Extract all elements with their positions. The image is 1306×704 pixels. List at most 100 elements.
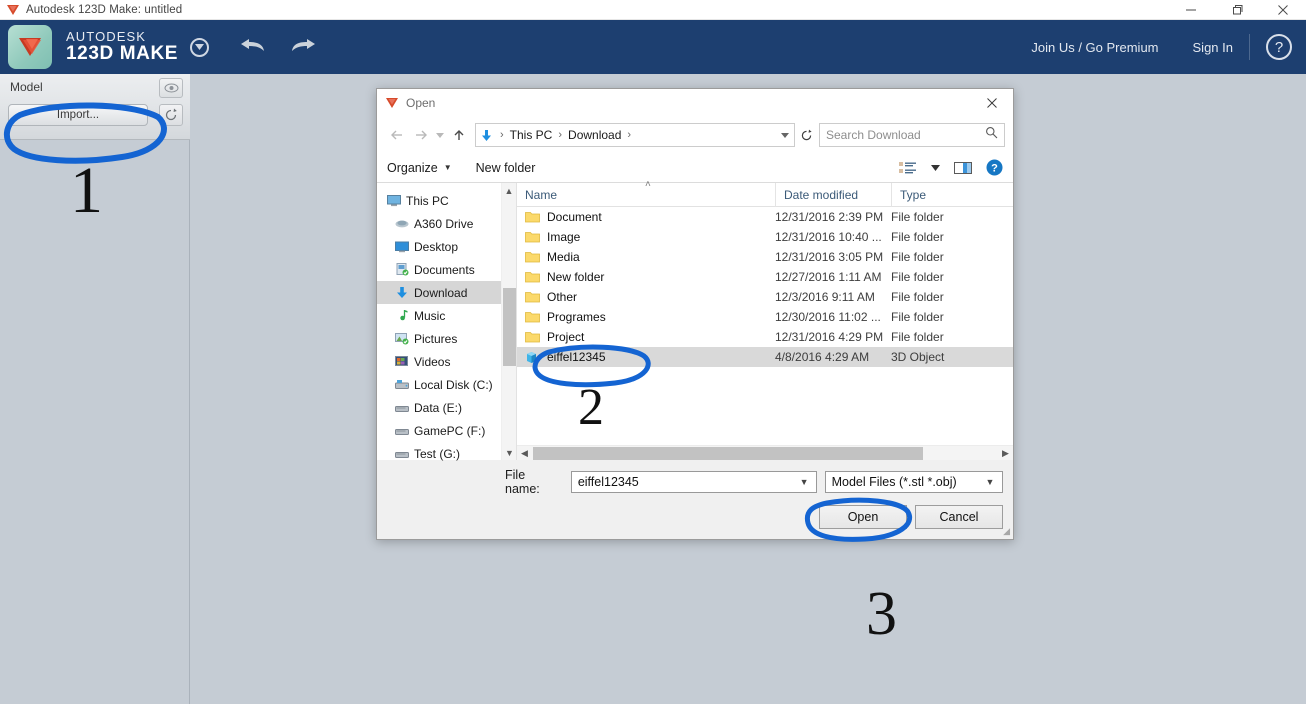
open-file-dialog: Open › This PC › Download › Search Downl…	[376, 88, 1014, 540]
tree-item-pictures[interactable]: Pictures	[377, 327, 501, 350]
music-icon	[395, 309, 414, 322]
tree-scrollbar[interactable]: ▲ ▼	[501, 183, 516, 460]
view-layout-icon[interactable]	[899, 161, 917, 175]
close-icon[interactable]	[971, 89, 1013, 117]
minimize-icon[interactable]	[1168, 0, 1214, 20]
file-row-media[interactable]: Media 12/31/2016 3:05 PM File folder	[517, 247, 1013, 267]
file-row-programes[interactable]: Programes 12/30/2016 11:02 ... File fold…	[517, 307, 1013, 327]
file-row-new-folder[interactable]: New folder 12/27/2016 1:11 AM File folde…	[517, 267, 1013, 287]
tree-item-label: Download	[414, 285, 468, 300]
sign-in-link[interactable]: Sign In	[1193, 40, 1233, 55]
column-header-label: Name	[525, 187, 558, 202]
file-type-cell: File folder	[891, 210, 944, 224]
filename-chevron-down-icon[interactable]: ▼	[797, 477, 812, 487]
filename-input[interactable]	[577, 475, 797, 489]
back-arrow-icon[interactable]	[385, 123, 409, 147]
column-header-date-modified[interactable]: Date modified	[775, 182, 891, 207]
monitor-icon	[387, 194, 406, 207]
breadcrumb-chevron-down-icon[interactable]	[776, 132, 794, 138]
up-arrow-icon[interactable]	[447, 123, 471, 147]
recent-locations-chevron-down-icon[interactable]	[433, 123, 447, 147]
file-row-document[interactable]: Document 12/31/2016 2:39 PM File folder	[517, 207, 1013, 227]
filetype-select[interactable]: Model Files (*.stl *.obj) ▼	[824, 471, 1004, 493]
refresh-icon[interactable]	[795, 123, 817, 147]
help-icon[interactable]: ?	[986, 159, 1003, 176]
view-chevron-down-icon[interactable]	[931, 164, 940, 171]
tree-item-videos[interactable]: Videos	[377, 350, 501, 373]
file-date-cell: 12/3/2016 9:11 AM	[775, 290, 875, 304]
join-premium-link[interactable]: Join Us / Go Premium	[1031, 40, 1158, 55]
new-folder-button[interactable]: New folder	[476, 161, 536, 175]
scrollbar-track[interactable]	[532, 446, 998, 460]
file-list-horizontal-scrollbar[interactable]: ◀ ▶	[517, 445, 1013, 460]
scroll-left-icon[interactable]: ◀	[517, 448, 532, 459]
breadcrumb[interactable]: › This PC › Download ›	[475, 123, 795, 147]
search-box[interactable]	[819, 123, 1005, 147]
undo-icon[interactable]	[239, 36, 267, 59]
history-controls	[239, 36, 317, 59]
tree-item-test-g[interactable]: Test (G:)	[377, 442, 501, 465]
header-right-group: Join Us / Go Premium Sign In ?	[1031, 34, 1306, 60]
breadcrumb-separator: ›	[558, 129, 563, 141]
tree-item-data-e[interactable]: Data (E:)	[377, 396, 501, 419]
header-divider	[1249, 34, 1250, 60]
videos-icon	[395, 355, 414, 368]
tree-item-music[interactable]: Music	[377, 304, 501, 327]
cancel-button[interactable]: Cancel	[915, 505, 1003, 529]
file-type-cell: File folder	[891, 250, 944, 264]
file-row-other[interactable]: Other 12/3/2016 9:11 AM File folder	[517, 287, 1013, 307]
scrollbar-thumb[interactable]	[503, 288, 516, 366]
help-icon[interactable]: ?	[1266, 34, 1292, 60]
tree-item-label: This PC	[406, 193, 449, 208]
tree-item-gamepc-f[interactable]: GamePC (F:)	[377, 419, 501, 442]
maximize-icon[interactable]	[1214, 0, 1260, 20]
scrollbar-thumb[interactable]	[533, 446, 923, 460]
file-row-image[interactable]: Image 12/31/2016 10:40 ... File folder	[517, 227, 1013, 247]
file-name-cell: Project	[517, 330, 775, 344]
preview-pane-icon[interactable]	[954, 161, 972, 175]
forward-arrow-icon[interactable]	[409, 123, 433, 147]
file-name-label: Project	[547, 330, 585, 344]
file-date-cell: 12/31/2016 2:39 PM	[775, 210, 884, 224]
tree-item-local-disk-c[interactable]: Local Disk (C:)	[377, 373, 501, 396]
tree-item-desktop[interactable]: Desktop	[377, 235, 501, 258]
window-controls	[1168, 0, 1306, 20]
file-name-cell: New folder	[517, 270, 775, 284]
tree-item-this-pc[interactable]: This PC	[377, 189, 501, 212]
scroll-right-icon[interactable]: ▶	[998, 448, 1013, 459]
tree-item-a360-drive[interactable]: A360 Drive	[377, 212, 501, 235]
brand-top-line: AUTODESK	[66, 29, 147, 45]
tree-item-documents[interactable]: Documents	[377, 258, 501, 281]
scroll-up-icon[interactable]: ▲	[502, 183, 516, 198]
scroll-down-icon[interactable]: ▼	[502, 445, 517, 460]
file-date-cell: 12/31/2016 4:29 PM	[775, 330, 884, 344]
search-input[interactable]	[826, 128, 985, 142]
chevron-down-icon: ▼	[443, 163, 452, 172]
chevron-down-icon[interactable]	[190, 37, 210, 57]
organize-menu[interactable]: Organize ▼	[387, 161, 452, 175]
drive-icon	[395, 379, 414, 391]
filename-input-wrapper[interactable]: ▼	[570, 471, 817, 493]
filetype-value: Model Files (*.stl *.obj)	[831, 475, 957, 489]
folder-icon	[525, 251, 547, 263]
redo-icon[interactable]	[289, 36, 317, 59]
file-name-label: Other	[547, 290, 578, 304]
eye-icon[interactable]	[159, 78, 183, 98]
breadcrumb-item-download[interactable]: Download	[566, 128, 623, 142]
file-name-label: Media	[547, 250, 580, 264]
breadcrumb-item-this-pc[interactable]: This PC	[508, 128, 555, 142]
close-icon[interactable]	[1260, 0, 1306, 20]
file-type-cell: File folder	[891, 330, 944, 344]
column-header-name[interactable]: Name ˄	[517, 179, 775, 207]
breadcrumb-separator-trailing: ›	[627, 129, 632, 141]
app-logo-icon	[6, 3, 20, 17]
tree-item-download[interactable]: Download	[377, 281, 501, 304]
dialog-body: This PC A360 Drive Desktop Documents Dow…	[377, 179, 1013, 461]
resize-grip-icon[interactable]: ◢	[1003, 526, 1010, 537]
annotation-number-1: 1	[70, 154, 103, 227]
filetype-chevron-down-icon: ▼	[985, 477, 995, 487]
brand-logo-icon[interactable]	[8, 25, 52, 69]
column-header-type[interactable]: Type	[891, 182, 1013, 207]
folder-icon	[525, 231, 547, 243]
pictures-icon	[395, 332, 414, 345]
